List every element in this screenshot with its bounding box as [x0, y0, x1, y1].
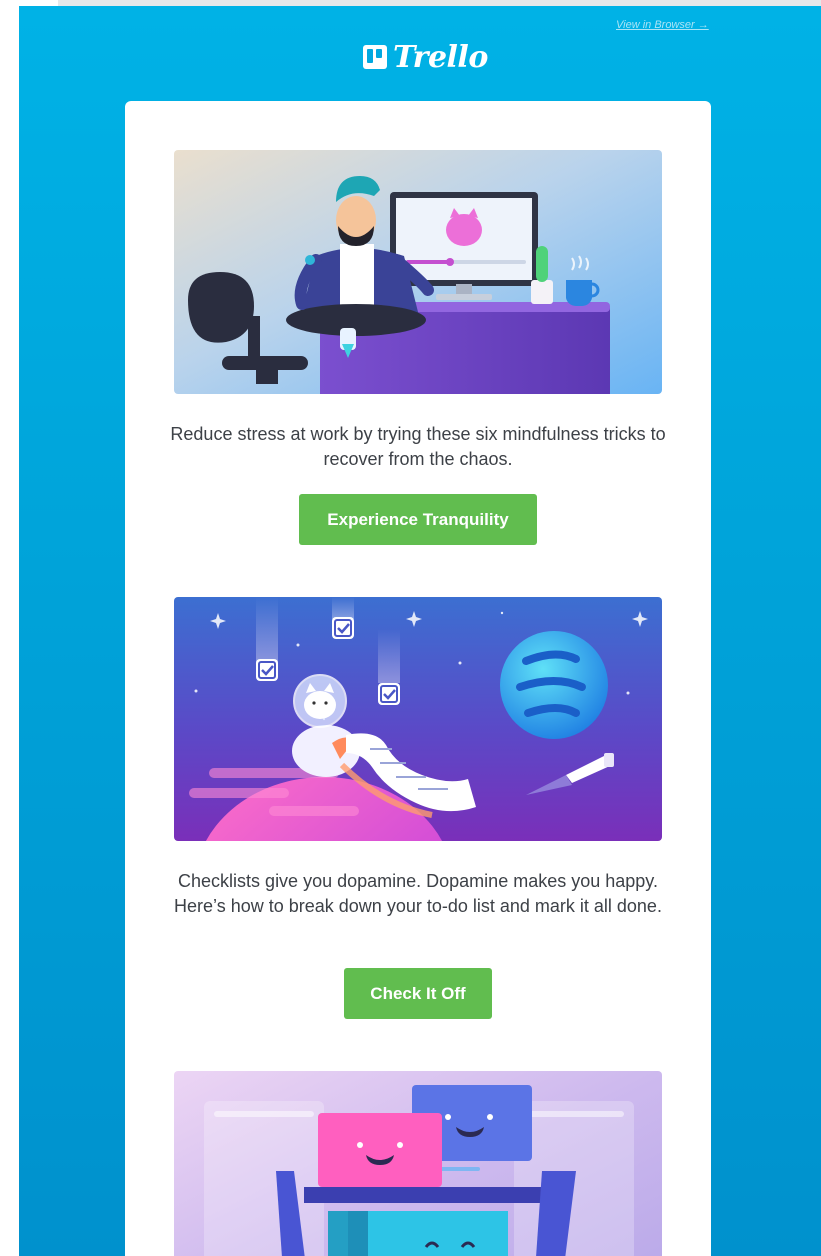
- check-it-off-button[interactable]: Check It Off: [344, 968, 492, 1019]
- section-2-text: Checklists give you dopamine. Dopamine m…: [174, 871, 662, 916]
- section-1-text: Reduce stress at work by trying these si…: [170, 424, 666, 469]
- smiling-screens-illustration: [174, 1071, 662, 1256]
- trello-logo: Trello: [363, 39, 488, 75]
- email-card: Reduce stress at work by trying these si…: [125, 101, 711, 1256]
- experience-tranquility-button[interactable]: Experience Tranquility: [299, 494, 537, 545]
- meditation-illustration: [174, 150, 662, 394]
- space-cat-checklist-illustration: [174, 597, 662, 841]
- view-in-browser-link[interactable]: View in Browser →: [616, 19, 709, 31]
- logo-wordmark: Trello: [393, 39, 488, 75]
- trello-board-icon: [363, 45, 387, 69]
